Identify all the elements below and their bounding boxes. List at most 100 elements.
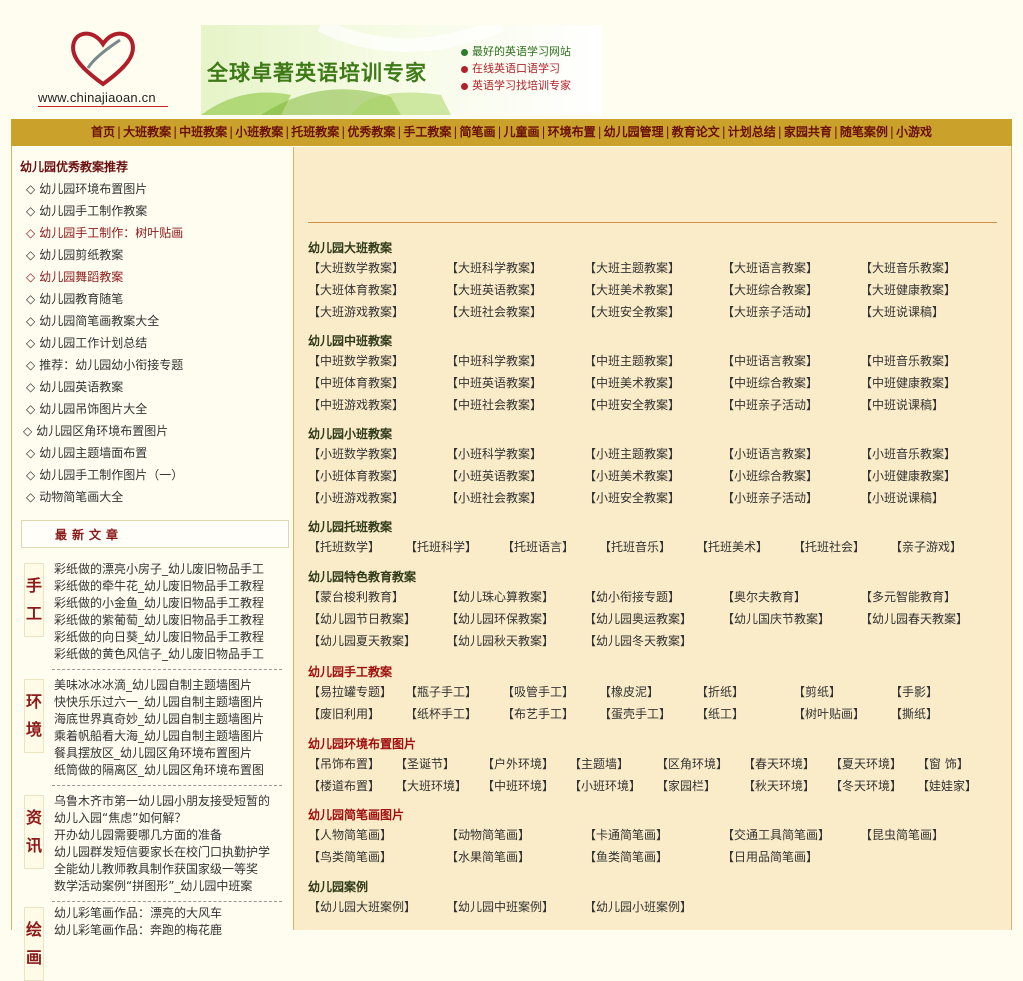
nav-link[interactable]: 托班教案 [291,119,339,146]
article-link[interactable]: 纸筒做的隔离区_幼儿园区角环境布置图 [54,762,264,779]
category-link[interactable]: 【鱼类简笔画】 [584,848,668,865]
category-link[interactable]: 【大班语言教案】 [722,259,818,276]
category-link[interactable]: 【家园栏】 [656,777,716,794]
category-link[interactable]: 【纸工】 [696,705,744,722]
article-link[interactable]: 彩纸做的紫葡萄_幼儿废旧物品手工教程 [54,612,264,629]
nav-link[interactable]: 幼儿园管理 [604,119,664,146]
category-link[interactable]: 【小班健康教案】 [860,467,956,484]
category-link[interactable]: 【夏天环境】 [830,755,902,772]
category-link[interactable]: 【大班音乐教案】 [860,259,956,276]
recommend-item[interactable]: ◇ 幼儿园环境布置图片 [26,178,183,200]
category-link[interactable]: 【冬天环境】 [830,777,902,794]
category-link[interactable]: 【大班主题教案】 [584,259,680,276]
article-link[interactable]: 美味冰冰冰滴_幼儿园自制主题墙图片 [54,677,264,694]
category-link[interactable]: 【大班综合教案】 [722,281,818,298]
category-link[interactable]: 【窗 饰】 [917,755,969,772]
article-link[interactable]: 全能幼儿教师教具制作获国家级一等奖 [54,861,270,878]
banner-line[interactable]: 英语学习找培训专家 [461,77,571,94]
recommend-item[interactable]: ◇ 幼儿园主题墙面布置 [26,442,183,464]
nav-link[interactable]: 简笔画 [459,119,495,146]
category-link[interactable]: 【小班安全教案】 [584,489,680,506]
site-logo[interactable]: www.chinajiaoan.cn [38,26,173,108]
nav-link[interactable]: 小游戏 [896,119,932,146]
category-link[interactable]: 【托班社会】 [793,538,865,555]
category-link[interactable]: 【纸杯手工】 [405,705,477,722]
nav-link[interactable]: 中班教案 [179,119,227,146]
category-link[interactable]: 【中班音乐教案】 [860,352,956,369]
category-link[interactable]: 【橡皮泥】 [599,683,659,700]
category-link[interactable]: 【日用品简笔画】 [722,848,818,865]
recommend-item[interactable]: ◇ 幼儿园英语教案 [26,376,183,398]
nav-link[interactable]: 环境布置 [548,119,596,146]
category-link[interactable]: 【中班主题教案】 [584,352,680,369]
category-label-3[interactable]: 绘画 [24,907,44,981]
category-link[interactable]: 【亲子游戏】 [890,538,962,555]
recommend-item[interactable]: ◇ 幼儿园简笔画教案大全 [26,310,183,332]
category-link[interactable]: 【中班体育教案】 [308,374,404,391]
category-link[interactable]: 【小班英语教案】 [446,467,542,484]
category-link[interactable]: 【幼儿园冬天教案】 [584,632,692,649]
category-link[interactable]: 【小班社会教案】 [446,489,542,506]
category-link[interactable]: 【奥尔夫教育】 [722,588,806,605]
recommend-item[interactable]: ◇ 推荐：幼儿园幼小衔接专题 [26,354,183,376]
category-link[interactable]: 【托班音乐】 [599,538,671,555]
nav-link[interactable]: 家园共育 [784,119,832,146]
category-link[interactable]: 【小班亲子活动】 [722,489,818,506]
category-link[interactable]: 【幼儿国庆节教案】 [722,610,830,627]
category-link[interactable]: 【大班游戏教案】 [308,303,404,320]
category-link[interactable]: 【大班安全教案】 [584,303,680,320]
article-link[interactable]: 数学活动案例“拼图形”_幼儿园中班案 [54,878,270,895]
category-link[interactable]: 【人物简笔画】 [308,826,392,843]
recommend-item[interactable]: ◇ 幼儿园区角环境布置图片 [23,420,183,442]
category-link[interactable]: 【小班科学教案】 [446,445,542,462]
nav-link[interactable]: 随笔案例 [840,119,888,146]
category-link[interactable]: 【小班说课稿】 [860,489,944,506]
category-link[interactable]: 【幼儿园大班案例】 [308,898,416,915]
nav-link[interactable]: 小班教案 [235,119,283,146]
category-link[interactable]: 【春天环境】 [743,755,815,772]
category-link[interactable]: 【大班体育教案】 [308,281,404,298]
category-link[interactable]: 【蒙台梭利教育】 [308,588,404,605]
category-link[interactable]: 【区角环境】 [656,755,728,772]
recommend-item[interactable]: ◇ 动物简笔画大全 [26,486,183,508]
article-link[interactable]: 海底世界真奇妙_幼儿园自制主题墙图片 [54,711,264,728]
recommend-item[interactable]: ◇ 幼儿园手工制作：树叶贴画 [26,222,183,244]
nav-link[interactable]: 计划总结 [728,119,776,146]
ad-banner[interactable]: 全球卓著英语培训专家 最好的英语学习网站 在线英语口语学习 英语学习找培训专家 [201,25,602,115]
category-link[interactable]: 【手影】 [890,683,938,700]
category-link[interactable]: 【鸟类简笔画】 [308,848,392,865]
category-link[interactable]: 【幼小衔接专题】 [584,588,680,605]
category-label-0[interactable]: 手工 [24,563,44,637]
category-link[interactable]: 【昆虫简笔画】 [860,826,944,843]
category-link[interactable]: 【大班环境】 [395,777,467,794]
recommend-item[interactable]: ◇ 幼儿园剪纸教案 [26,244,183,266]
category-link[interactable]: 【易拉罐专题】 [308,683,392,700]
category-link[interactable]: 【中班亲子活动】 [722,396,818,413]
category-link[interactable]: 【幼儿园环保教案】 [446,610,554,627]
category-link[interactable]: 【大班数学教案】 [308,259,404,276]
category-link[interactable]: 【中班社会教案】 [446,396,542,413]
category-link[interactable]: 【树叶贴画】 [793,705,865,722]
category-link[interactable]: 【大班科学教案】 [446,259,542,276]
category-link[interactable]: 【幼儿园奥运教案】 [584,610,692,627]
category-link[interactable]: 【废旧利用】 [308,705,380,722]
category-link[interactable]: 【小班美术教案】 [584,467,680,484]
category-link[interactable]: 【中班数学教案】 [308,352,404,369]
category-link[interactable]: 【圣诞节】 [395,755,455,772]
category-link[interactable]: 【幼儿园春天教案】 [860,610,968,627]
category-link[interactable]: 【大班英语教案】 [446,281,542,298]
nav-link[interactable]: 儿童画 [504,119,540,146]
article-link[interactable]: 幼儿彩笔画作品：奔跑的梅花鹿 [54,922,222,939]
category-link[interactable]: 【小班数学教案】 [308,445,404,462]
category-link[interactable]: 【动物简笔画】 [446,826,530,843]
banner-line[interactable]: 最好的英语学习网站 [461,43,571,60]
category-link[interactable]: 【托班数学】 [308,538,380,555]
category-link[interactable]: 【中班科学教案】 [446,352,542,369]
category-link[interactable]: 【瓶子手工】 [405,683,477,700]
category-link[interactable]: 【大班健康教案】 [860,281,956,298]
article-link[interactable]: 彩纸做的向日葵_幼儿废旧物品手工教程 [54,629,264,646]
category-link[interactable]: 【托班语言】 [502,538,574,555]
article-link[interactable]: 快快乐乐过六一_幼儿园自制主题墙图片 [54,694,264,711]
category-label-2[interactable]: 资讯 [24,795,44,869]
category-link[interactable]: 【蛋壳手工】 [599,705,671,722]
